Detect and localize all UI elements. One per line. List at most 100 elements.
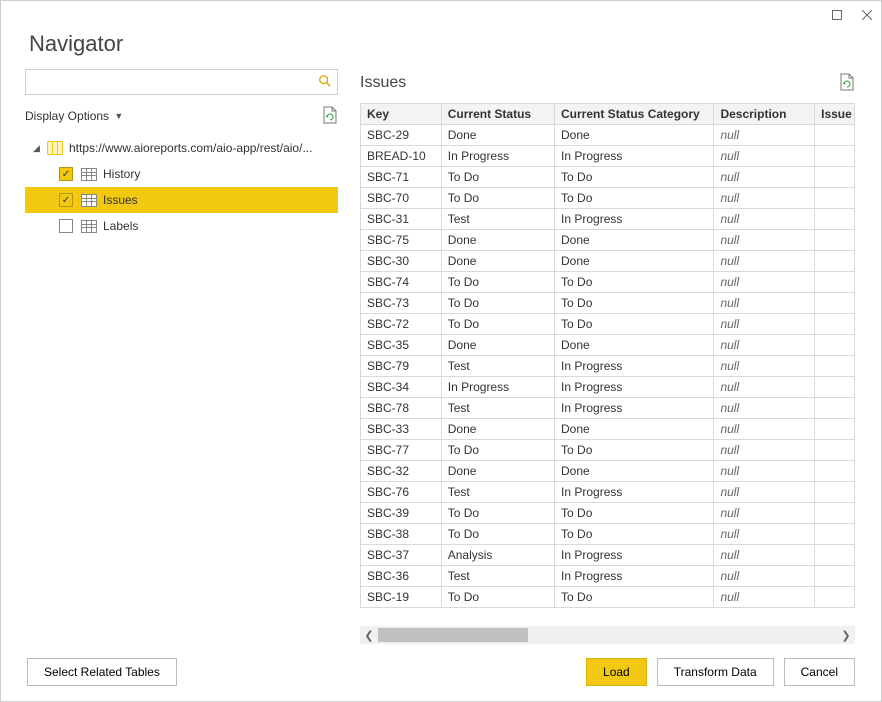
cell-key: SBC-79 xyxy=(361,356,442,377)
table-row[interactable]: SBC-73To DoTo Donull xyxy=(361,293,855,314)
cell-issue-id xyxy=(815,167,855,188)
cell-description: null xyxy=(714,461,815,482)
column-header-current-status[interactable]: Current Status xyxy=(441,104,554,125)
cell-description: null xyxy=(714,209,815,230)
column-header-current-status-category[interactable]: Current Status Category xyxy=(555,104,714,125)
table-row[interactable]: SBC-76TestIn Progressnull xyxy=(361,482,855,503)
transform-data-button[interactable]: Transform Data xyxy=(657,658,774,686)
cell-key: SBC-39 xyxy=(361,503,442,524)
cell-current-status: Test xyxy=(441,566,554,587)
export-icon[interactable] xyxy=(839,73,855,94)
cell-issue-id xyxy=(815,209,855,230)
cell-issue-id xyxy=(815,482,855,503)
cell-issue-id xyxy=(815,314,855,335)
table-row[interactable]: SBC-39To DoTo Donull xyxy=(361,503,855,524)
cell-key: SBC-73 xyxy=(361,293,442,314)
tree-item-label: Labels xyxy=(103,219,138,233)
cell-current-status: In Progress xyxy=(441,146,554,167)
checkbox[interactable] xyxy=(59,167,73,181)
tree-root-label: https://www.aioreports.com/aio-app/rest/… xyxy=(69,141,312,155)
expand-collapse-icon[interactable]: ◢ xyxy=(33,143,43,154)
table-row[interactable]: SBC-79TestIn Progressnull xyxy=(361,356,855,377)
chevron-down-icon: ▼ xyxy=(114,111,123,121)
table-row[interactable]: SBC-77To DoTo Donull xyxy=(361,440,855,461)
column-header-description[interactable]: Description xyxy=(714,104,815,125)
preview-title: Issues xyxy=(360,74,406,92)
column-header-key[interactable]: Key xyxy=(361,104,442,125)
cell-issue-id xyxy=(815,398,855,419)
table-row[interactable]: SBC-19To DoTo Donull xyxy=(361,587,855,608)
cell-current-status-category: In Progress xyxy=(555,209,714,230)
cell-current-status: Done xyxy=(441,461,554,482)
cell-key: SBC-38 xyxy=(361,524,442,545)
table-icon xyxy=(81,194,97,207)
search-box[interactable] xyxy=(25,69,338,95)
cell-description: null xyxy=(714,503,815,524)
table-row[interactable]: SBC-35DoneDonenull xyxy=(361,335,855,356)
close-icon[interactable] xyxy=(861,9,873,21)
search-input[interactable] xyxy=(26,70,313,94)
tree-item-issues[interactable]: Issues xyxy=(25,187,338,213)
table-row[interactable]: SBC-72To DoTo Donull xyxy=(361,314,855,335)
cell-description: null xyxy=(714,482,815,503)
cell-current-status: Done xyxy=(441,125,554,146)
table-row[interactable]: SBC-29DoneDonenull xyxy=(361,125,855,146)
table-row[interactable]: SBC-33DoneDonenull xyxy=(361,419,855,440)
cell-key: SBC-71 xyxy=(361,167,442,188)
table-row[interactable]: SBC-71To DoTo Donull xyxy=(361,167,855,188)
table-row[interactable]: SBC-32DoneDonenull xyxy=(361,461,855,482)
display-options-label: Display Options xyxy=(25,109,109,123)
table-row[interactable]: SBC-38To DoTo Donull xyxy=(361,524,855,545)
horizontal-scroll-thumb[interactable] xyxy=(378,628,528,642)
table-row[interactable]: SBC-70To DoTo Donull xyxy=(361,188,855,209)
cell-issue-id xyxy=(815,545,855,566)
cell-key: SBC-19 xyxy=(361,587,442,608)
cell-current-status: To Do xyxy=(441,167,554,188)
maximize-icon[interactable] xyxy=(831,9,843,21)
cell-current-status: To Do xyxy=(441,272,554,293)
table-row[interactable]: SBC-30DoneDonenull xyxy=(361,251,855,272)
search-icon[interactable] xyxy=(313,74,337,91)
cell-current-status: Done xyxy=(441,251,554,272)
cell-issue-id xyxy=(815,230,855,251)
cell-current-status: Test xyxy=(441,398,554,419)
cancel-button[interactable]: Cancel xyxy=(784,658,855,686)
cell-current-status-category: Done xyxy=(555,461,714,482)
table-row[interactable]: SBC-34In ProgressIn Progressnull xyxy=(361,377,855,398)
table-row[interactable]: SBC-31TestIn Progressnull xyxy=(361,209,855,230)
checkbox[interactable] xyxy=(59,219,73,233)
cell-issue-id xyxy=(815,125,855,146)
table-row[interactable]: BREAD-10In ProgressIn Progressnull xyxy=(361,146,855,167)
cell-key: SBC-74 xyxy=(361,272,442,293)
tree-item-history[interactable]: History xyxy=(25,161,338,187)
page-title: Navigator xyxy=(1,29,881,69)
table-row[interactable]: SBC-74To DoTo Donull xyxy=(361,272,855,293)
refresh-icon[interactable] xyxy=(322,106,338,127)
table-row[interactable]: SBC-78TestIn Progressnull xyxy=(361,398,855,419)
select-related-tables-button[interactable]: Select Related Tables xyxy=(27,658,177,686)
cell-issue-id xyxy=(815,440,855,461)
table-row[interactable]: SBC-37AnalysisIn Progressnull xyxy=(361,545,855,566)
scroll-right-arrow-icon[interactable]: ❯ xyxy=(837,629,855,642)
scroll-left-arrow-icon[interactable]: ❮ xyxy=(360,629,378,642)
column-header-issue-id[interactable]: Issue ID xyxy=(815,104,855,125)
horizontal-scrollbar[interactable]: ❮ ❯ xyxy=(360,626,855,644)
cell-current-status: Done xyxy=(441,419,554,440)
tree-item-label: History xyxy=(103,167,140,181)
cell-current-status-category: In Progress xyxy=(555,146,714,167)
checkbox[interactable] xyxy=(59,193,73,207)
cell-issue-id xyxy=(815,146,855,167)
tree-root-datasource[interactable]: ◢ https://www.aioreports.com/aio-app/res… xyxy=(25,135,338,161)
cell-key: SBC-77 xyxy=(361,440,442,461)
tree-item-labels[interactable]: Labels xyxy=(25,213,338,239)
display-options-dropdown[interactable]: Display Options ▼ xyxy=(25,109,123,123)
navigator-tree-panel: Display Options ▼ ◢ https://www.aiorepor… xyxy=(1,69,346,644)
load-button[interactable]: Load xyxy=(586,658,647,686)
cell-key: SBC-36 xyxy=(361,566,442,587)
preview-table[interactable]: Key Current Status Current Status Catego… xyxy=(360,103,855,608)
cell-current-status: To Do xyxy=(441,293,554,314)
table-row[interactable]: SBC-75DoneDonenull xyxy=(361,230,855,251)
table-row[interactable]: SBC-36TestIn Progressnull xyxy=(361,566,855,587)
cell-key: SBC-70 xyxy=(361,188,442,209)
cell-current-status-category: Done xyxy=(555,230,714,251)
